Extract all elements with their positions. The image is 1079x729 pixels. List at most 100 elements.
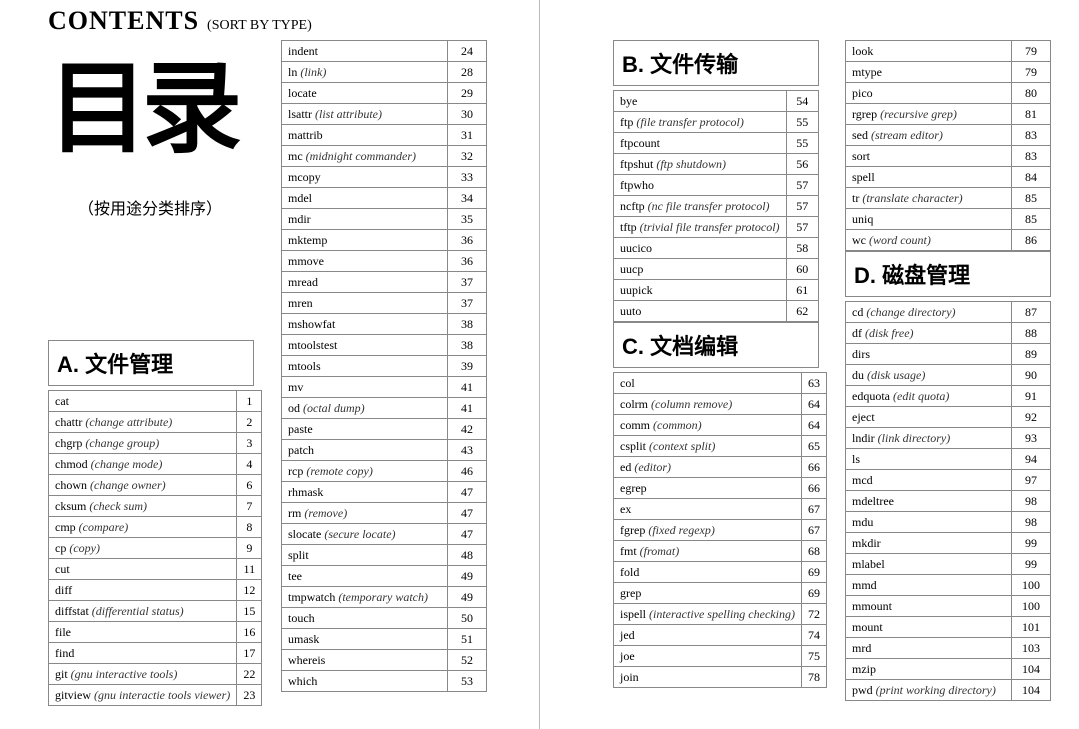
command-cell: rhmask	[282, 482, 448, 503]
table-row: mkdir99	[846, 533, 1051, 554]
table-row: find17	[49, 643, 262, 664]
command-name: find	[55, 646, 74, 660]
command-name: mtype	[852, 65, 882, 79]
page-number: 47	[448, 503, 487, 524]
command-cell: mmove	[282, 251, 448, 272]
page-number: 69	[801, 562, 826, 583]
page-header: CONTENTS (SORT BY TYPE)	[48, 6, 312, 36]
table-row: mktemp36	[282, 230, 487, 251]
page-number: 9	[237, 538, 262, 559]
command-name: cat	[55, 394, 69, 408]
page-number: 69	[801, 583, 826, 604]
table-row: paste42	[282, 419, 487, 440]
command-cell: ls	[846, 449, 1012, 470]
table-row: mren37	[282, 293, 487, 314]
table-row: which53	[282, 671, 487, 692]
command-name: mktemp	[288, 233, 327, 247]
command-note: (octal dump)	[300, 401, 365, 415]
command-name: cp	[55, 541, 66, 555]
command-name: jed	[620, 628, 635, 642]
command-cell: uniq	[846, 209, 1012, 230]
command-note: (trivial file transfer protocol)	[637, 220, 780, 234]
table-row: ftpcount55	[614, 133, 819, 154]
command-cell: paste	[282, 419, 448, 440]
table-row: uuto62	[614, 301, 819, 322]
table-row: gitview (gnu interactie tools viewer)23	[49, 685, 262, 706]
command-name: mmount	[852, 599, 892, 613]
page-number: 60	[786, 259, 818, 280]
page-number: 8	[237, 517, 262, 538]
page-number: 38	[448, 335, 487, 356]
command-cell: bye	[614, 91, 787, 112]
command-note: (edit quota)	[890, 389, 949, 403]
table-row: uupick61	[614, 280, 819, 301]
page-number: 58	[786, 238, 818, 259]
command-cell: whereis	[282, 650, 448, 671]
command-name: rm	[288, 506, 301, 520]
command-cell: colrm (column remove)	[614, 394, 802, 415]
table-row: tmpwatch (temporary watch)49	[282, 587, 487, 608]
command-name: mmd	[852, 578, 877, 592]
command-note: (recursive grep)	[877, 107, 957, 121]
command-name: colrm	[620, 397, 648, 411]
page-number: 49	[448, 587, 487, 608]
command-name: mount	[852, 620, 883, 634]
page-number: 67	[801, 499, 826, 520]
command-cell: ncftp (nc file transfer protocol)	[614, 196, 787, 217]
command-name: touch	[288, 611, 315, 625]
page-number: 43	[448, 440, 487, 461]
table-row: rcp (remote copy)46	[282, 461, 487, 482]
command-name: rcp	[288, 464, 303, 478]
command-name: uucp	[620, 262, 643, 276]
page-number: 88	[1012, 323, 1051, 344]
command-name: col	[620, 376, 635, 390]
table-row: fmt (fromat)68	[614, 541, 827, 562]
page-number: 33	[448, 167, 487, 188]
page-number: 86	[1012, 230, 1051, 251]
command-note: (file transfer protocol)	[633, 115, 744, 129]
table-row: whereis52	[282, 650, 487, 671]
command-note: (print working directory)	[873, 683, 996, 697]
command-name: pico	[852, 86, 873, 100]
command-note: (change group)	[82, 436, 159, 450]
command-note: (change mode)	[88, 457, 163, 471]
page-number: 15	[237, 601, 262, 622]
page-number: 1	[237, 391, 262, 412]
command-note: (stream editor)	[868, 128, 943, 142]
page-number: 61	[786, 280, 818, 301]
page-number: 24	[448, 41, 487, 62]
command-cell: uucp	[614, 259, 787, 280]
page-number: 34	[448, 188, 487, 209]
command-name: split	[288, 548, 309, 562]
command-note: (common)	[650, 418, 702, 432]
command-name: dirs	[852, 347, 870, 361]
table-row: ncftp (nc file transfer protocol)57	[614, 196, 819, 217]
command-name: tmpwatch	[288, 590, 335, 604]
table-row: join78	[614, 667, 827, 688]
page-number: 100	[1012, 596, 1051, 617]
table-row: bye54	[614, 91, 819, 112]
table-row: chmod (change mode)4	[49, 454, 262, 475]
command-cell: touch	[282, 608, 448, 629]
page-number: 41	[448, 377, 487, 398]
command-cell: mren	[282, 293, 448, 314]
command-cell: mv	[282, 377, 448, 398]
table-row: sed (stream editor)83	[846, 125, 1051, 146]
command-name: chown	[55, 478, 87, 492]
table-row: mmd100	[846, 575, 1051, 596]
command-table: indent24ln (link)28locate29lsattr (list …	[281, 40, 487, 692]
command-name: mmove	[288, 254, 324, 268]
page-number: 79	[1012, 41, 1051, 62]
page-number: 94	[1012, 449, 1051, 470]
page-number: 89	[1012, 344, 1051, 365]
command-name: mdel	[288, 191, 312, 205]
command-name: chattr	[55, 415, 82, 429]
command-note: (remove)	[301, 506, 347, 520]
table-row: indent24	[282, 41, 487, 62]
command-cell: egrep	[614, 478, 802, 499]
table-row: ed (editor)66	[614, 457, 827, 478]
page-number: 37	[448, 272, 487, 293]
section-header-D: D. 磁盘管理	[845, 251, 1051, 297]
command-cell: diffstat (differential status)	[49, 601, 237, 622]
page-number: 28	[448, 62, 487, 83]
